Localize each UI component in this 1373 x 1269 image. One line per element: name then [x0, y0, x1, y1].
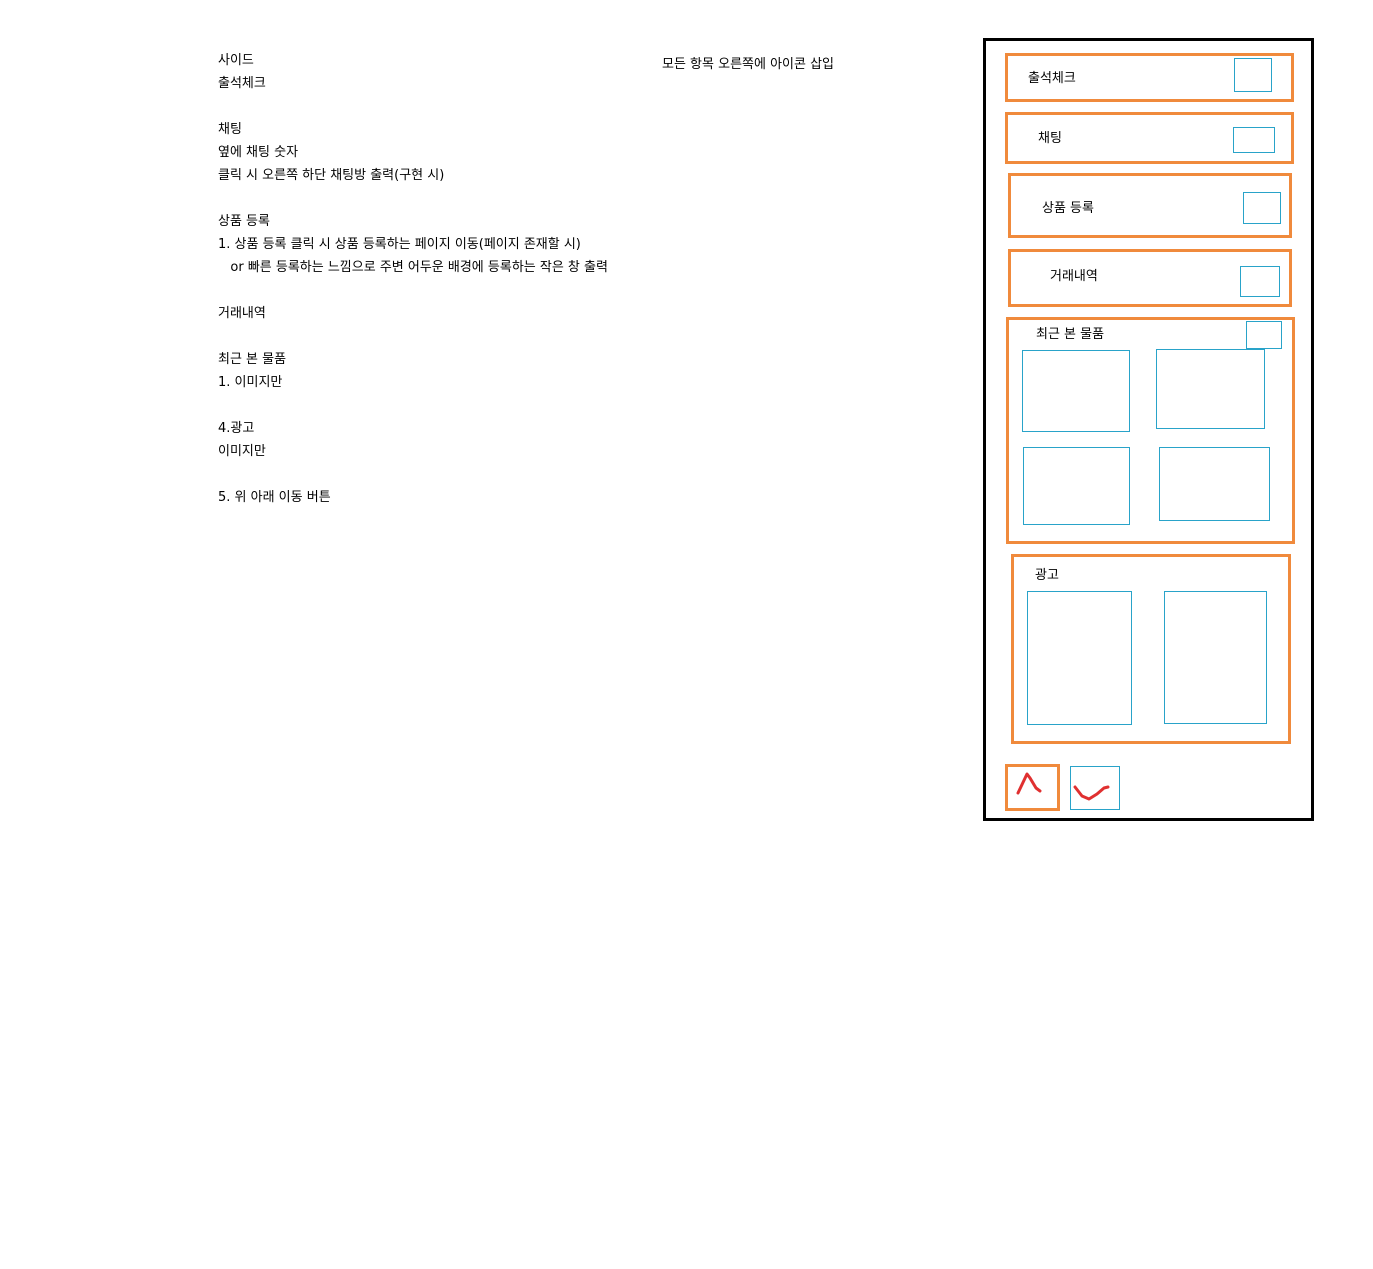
transactions-icon: [1240, 266, 1280, 297]
ad-image[interactable]: [1027, 591, 1132, 725]
note-line: [218, 466, 658, 489]
scroll-up-button[interactable]: [1005, 764, 1060, 811]
note-line: [218, 282, 658, 305]
sidebar-item-transactions-label: 거래내역: [1050, 269, 1098, 284]
note-line: 5. 위 아래 이동 버튼: [218, 490, 331, 505]
sidebar-item-attendance-label: 출석체크: [1028, 71, 1076, 86]
scroll-down-button[interactable]: [1070, 766, 1120, 810]
sidebar-item-product-register-label: 상품 등록: [1042, 201, 1094, 216]
product-register-icon: [1243, 192, 1281, 224]
sidebar-item-chat-label: 채팅: [1038, 131, 1062, 146]
attendance-icon: [1234, 58, 1272, 92]
note-line: 클릭 시 오른쪽 하단 채팅방 출력(구현 시): [218, 168, 445, 183]
recent-item-image[interactable]: [1023, 447, 1130, 525]
note-line: 최근 본 물품: [218, 352, 287, 367]
recent-item-image[interactable]: [1156, 349, 1265, 429]
note-line: 상품 등록: [218, 214, 270, 229]
note-line: or 빠른 등록하는 느낌으로 주변 어두운 배경에 등록하는 작은 창 출력: [218, 260, 608, 275]
icon-note: 모든 항목 오른쪽에 아이콘 삽입: [662, 57, 835, 72]
note-line: 이미지만: [218, 444, 266, 459]
note-line: 1. 이미지만: [218, 375, 283, 390]
note-line: 4.광고: [218, 421, 255, 436]
chat-icon: [1233, 127, 1275, 153]
recent-items-icon: [1246, 321, 1282, 349]
note-line: 옆에 채팅 숫자: [218, 145, 299, 160]
note-line: 사이드: [218, 53, 254, 68]
ad-label: 광고: [1035, 568, 1059, 583]
note-line: [218, 397, 658, 420]
note-line: [218, 190, 658, 213]
note-line: 1. 상품 등록 클릭 시 상품 등록하는 페이지 이동(페이지 존재할 시): [218, 237, 581, 252]
note-line: [218, 98, 658, 121]
note-line: 출석체크: [218, 76, 266, 91]
note-line: [218, 328, 658, 351]
notes-panel: 사이드 출석체크 채팅 옆에 채팅 숫자 클릭 시 오른쪽 하단 채팅방 출력(…: [218, 52, 658, 512]
recent-item-image[interactable]: [1159, 447, 1270, 521]
recent-items-label: 최근 본 물품: [1036, 327, 1105, 342]
note-line: 채팅: [218, 122, 242, 137]
recent-item-image[interactable]: [1022, 350, 1130, 432]
ad-image[interactable]: [1164, 591, 1267, 724]
note-line: 거래내역: [218, 306, 266, 321]
